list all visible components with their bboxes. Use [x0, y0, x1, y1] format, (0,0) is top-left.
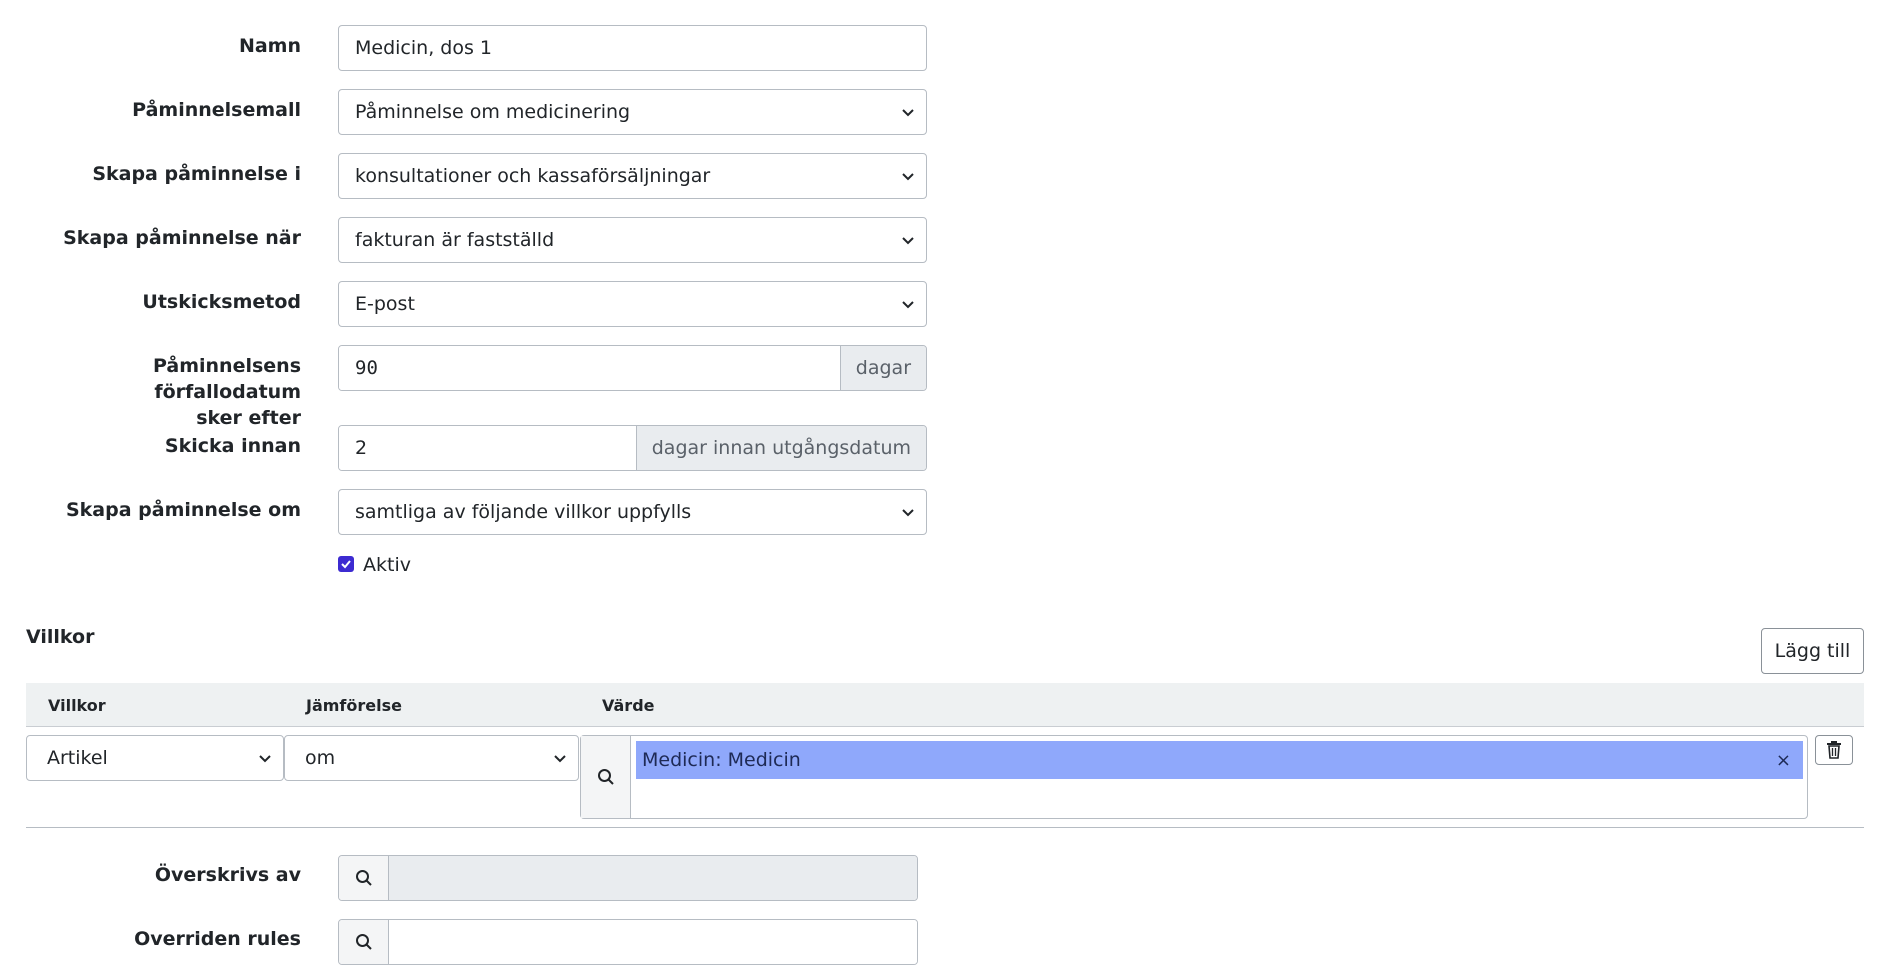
- search-icon: [355, 870, 372, 886]
- template-select[interactable]: Påminnelse om medicinering: [338, 89, 927, 135]
- remove-tag-icon[interactable]: ×: [1776, 750, 1791, 771]
- value-multiselect[interactable]: Medicin: Medicin ×: [580, 735, 1808, 819]
- checkmark-icon: [341, 560, 351, 569]
- condition-select[interactable]: Artikel: [26, 735, 284, 781]
- name-input[interactable]: Medicin, dos 1: [338, 25, 927, 71]
- send-method-select[interactable]: E-post: [338, 281, 927, 327]
- delete-condition-button[interactable]: [1815, 735, 1853, 765]
- active-checkbox[interactable]: [338, 556, 354, 572]
- chevron-down-icon: [902, 173, 914, 181]
- trash-icon: [1827, 741, 1841, 759]
- create-in-value: konsultationer och kassaförsäljningar: [355, 165, 711, 187]
- due-after-unit: dagar: [839, 346, 926, 390]
- overriden-rules-field[interactable]: [389, 920, 917, 964]
- search-icon: [597, 769, 614, 785]
- create-in-select[interactable]: konsultationer och kassaförsäljningar: [338, 153, 927, 199]
- due-after-label-line2: sker efter: [196, 407, 301, 429]
- due-after-group: 90 dagar: [338, 345, 927, 391]
- chevron-down-icon: [259, 755, 271, 763]
- due-after-input[interactable]: 90: [339, 346, 840, 390]
- value-search-button[interactable]: [581, 736, 631, 818]
- chevron-down-icon: [902, 301, 914, 309]
- overriden-rules-lookup: [338, 919, 918, 965]
- send-before-input[interactable]: 2: [339, 426, 636, 470]
- overridden-by-label: Överskrivs av: [154, 864, 301, 886]
- active-label[interactable]: Aktiv: [363, 552, 411, 578]
- name-value: Medicin, dos 1: [355, 37, 492, 59]
- overridden-by-search-button[interactable]: [339, 856, 389, 900]
- create-when-label: Skapa påminnelse när: [63, 227, 301, 249]
- send-before-group: 2 dagar innan utgångsdatum: [338, 425, 927, 471]
- create-if-select[interactable]: samtliga av följande villkor uppfylls: [338, 489, 927, 535]
- value-tag-label: Medicin: Medicin: [642, 749, 801, 771]
- send-before-unit: dagar innan utgångsdatum: [635, 426, 926, 470]
- due-after-label-line1: Påminnelsens förfallodatum: [152, 355, 301, 403]
- chevron-down-icon: [554, 755, 566, 763]
- create-if-value: samtliga av följande villkor uppfylls: [355, 501, 692, 523]
- overridden-by-lookup: [338, 855, 918, 901]
- column-header-comparison: Jämförelse: [306, 696, 402, 715]
- column-header-condition: Villkor: [48, 696, 106, 715]
- create-when-select[interactable]: fakturan är fastställd: [338, 217, 927, 263]
- conditions-table-header: Villkor Jämförelse Värde: [26, 683, 1864, 727]
- chevron-down-icon: [902, 509, 914, 517]
- comparison-select[interactable]: om: [284, 735, 579, 781]
- template-label: Påminnelsemall: [132, 99, 301, 121]
- name-label: Namn: [238, 35, 301, 57]
- send-method-value: E-post: [355, 293, 415, 315]
- chevron-down-icon: [902, 237, 914, 245]
- condition-value: Artikel: [47, 747, 108, 769]
- overridden-by-field: [389, 856, 917, 900]
- due-after-label: Påminnelsens förfallodatum sker efter: [0, 353, 301, 431]
- column-header-value: Värde: [602, 696, 655, 715]
- search-icon: [355, 934, 372, 950]
- value-tag: Medicin: Medicin ×: [636, 741, 1803, 779]
- create-when-value: fakturan är fastställd: [355, 229, 555, 251]
- template-value: Påminnelse om medicinering: [355, 101, 631, 123]
- conditions-title: Villkor: [26, 626, 95, 648]
- create-if-label: Skapa påminnelse om: [65, 499, 301, 521]
- overriden-rules-search-button[interactable]: [339, 920, 389, 964]
- overriden-rules-label: Overriden rules: [134, 928, 301, 950]
- send-before-label: Skicka innan: [164, 435, 301, 457]
- add-condition-button[interactable]: Lägg till: [1761, 628, 1864, 674]
- send-method-label: Utskicksmetod: [142, 291, 301, 313]
- comparison-value: om: [305, 747, 336, 769]
- create-in-label: Skapa påminnelse i: [92, 163, 301, 185]
- section-divider: [26, 827, 1864, 828]
- chevron-down-icon: [902, 109, 914, 117]
